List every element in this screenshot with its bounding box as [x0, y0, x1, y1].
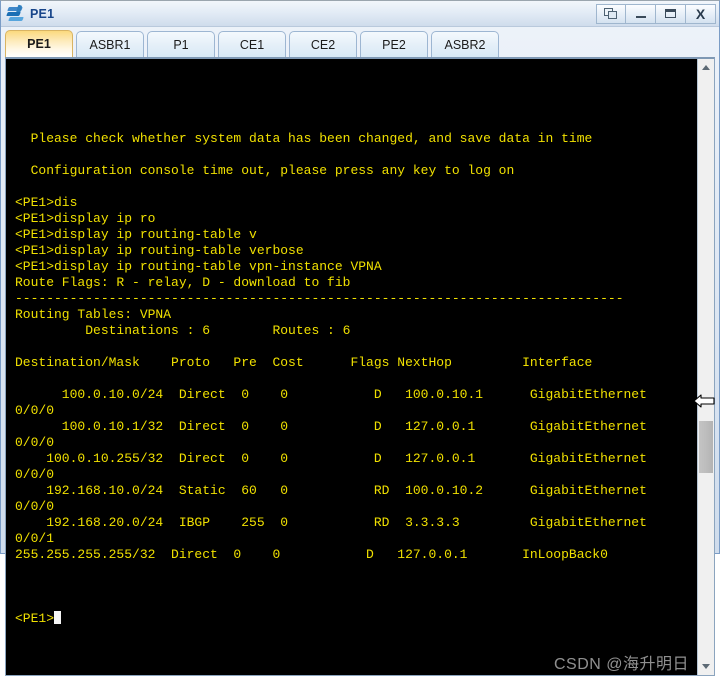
terminal-line: 192.168.10.0/24 Static 60 0 RD 100.0.10.…: [15, 483, 647, 498]
watermark-text: CSDN @海升明日: [553, 656, 689, 673]
tab-ce1[interactable]: CE1: [218, 31, 286, 57]
tab-ce2[interactable]: CE2: [289, 31, 357, 57]
scroll-up-button[interactable]: [698, 59, 714, 76]
terminal-line: 0/0/0: [15, 499, 55, 514]
scroll-down-button[interactable]: [698, 658, 714, 675]
text-cursor: [54, 611, 62, 624]
terminal-line: ----------------------------------------…: [15, 291, 624, 306]
tab-p1[interactable]: P1: [147, 31, 215, 57]
prompt-text: <PE1>: [15, 611, 55, 626]
scrollbar-thumb[interactable]: [699, 421, 713, 473]
window-controls: X: [596, 3, 716, 24]
tab-label: CE1: [239, 37, 265, 52]
terminal-line: 0/0/0: [15, 403, 55, 418]
terminal-line: Destination/Mask Proto Pre Cost Flags Ne…: [15, 355, 593, 370]
tab-pe2[interactable]: PE2: [360, 31, 428, 57]
tab-label: ASBR1: [89, 37, 131, 52]
close-icon: X: [695, 5, 706, 22]
terminal-scrollbar[interactable]: [697, 59, 714, 675]
tab-label: CE2: [310, 37, 336, 52]
terminal-line: Please check whether system data has bee…: [15, 131, 593, 146]
terminal-line: 100.0.10.0/24 Direct 0 0 D 100.0.10.1 Gi…: [15, 387, 647, 402]
title-bar: PE1 X: [1, 1, 719, 27]
tab-label: ASBR2: [444, 37, 486, 52]
terminal-line-list: Please check whether system data has bee…: [15, 115, 697, 579]
close-button[interactable]: X: [686, 3, 716, 24]
scroll-down-arrow-icon: [702, 664, 710, 669]
terminal-line: Route Flags: R - relay, D - download to …: [15, 275, 351, 290]
terminal-line: <PE1>display ip routing-table v: [15, 227, 257, 242]
tab-label: PE1: [27, 37, 51, 51]
device-tab-strip: PE1 ASBR1 P1 CE1 CE2 PE2 ASBR2: [1, 27, 719, 57]
minimize-icon: [635, 16, 646, 18]
maximize-icon: [665, 9, 676, 18]
scroll-up-arrow-icon: [702, 65, 710, 70]
cascade-windows-icon: [604, 7, 618, 20]
terminal-line: 192.168.20.0/24 IBGP 255 0 RD 3.3.3.3 Gi…: [15, 515, 647, 530]
maximize-button[interactable]: [656, 3, 686, 24]
terminal-line: 255.255.255.255/32 Direct 0 0 D 127.0.0.…: [15, 547, 608, 562]
terminal-line: <PE1>display ip ro: [15, 211, 156, 226]
terminal-panel: Please check whether system data has bee…: [5, 57, 715, 676]
tab-pe1[interactable]: PE1: [5, 30, 73, 57]
terminal-line: <PE1>dis: [15, 195, 78, 210]
pe1-console-window: PE1 X PE1 ASBR1 P1 CE1 CE2 PE2 ASBR2 Ple…: [0, 0, 720, 676]
terminal-line: 0/0/0: [15, 435, 55, 450]
ensp-device-icon: [6, 4, 25, 23]
scrollbar-track[interactable]: [698, 76, 714, 658]
terminal-line: Destinations : 6 Routes : 6: [15, 323, 351, 338]
cascade-windows-button[interactable]: [596, 3, 626, 24]
window-title: PE1: [30, 6, 55, 21]
terminal-line: 100.0.10.1/32 Direct 0 0 D 127.0.0.1 Gig…: [15, 419, 647, 434]
cli-terminal-output[interactable]: Please check whether system data has bee…: [6, 59, 697, 675]
tab-label: P1: [173, 37, 189, 52]
terminal-prompt-line: <PE1>: [15, 611, 697, 627]
tab-asbr2[interactable]: ASBR2: [431, 31, 499, 57]
minimize-button[interactable]: [626, 3, 656, 24]
tab-asbr1[interactable]: ASBR1: [76, 31, 144, 57]
tab-label: PE2: [382, 37, 406, 52]
terminal-line: 0/0/1: [15, 531, 55, 546]
terminal-line: 0/0/0: [15, 467, 55, 482]
terminal-line: <PE1>display ip routing-table verbose: [15, 243, 304, 258]
terminal-line: <PE1>display ip routing-table vpn-instan…: [15, 259, 382, 274]
terminal-line: 100.0.10.255/32 Direct 0 0 D 127.0.0.1 G…: [15, 451, 647, 466]
terminal-line: Configuration console time out, please p…: [15, 163, 515, 178]
terminal-line: Routing Tables: VPNA: [15, 307, 172, 322]
